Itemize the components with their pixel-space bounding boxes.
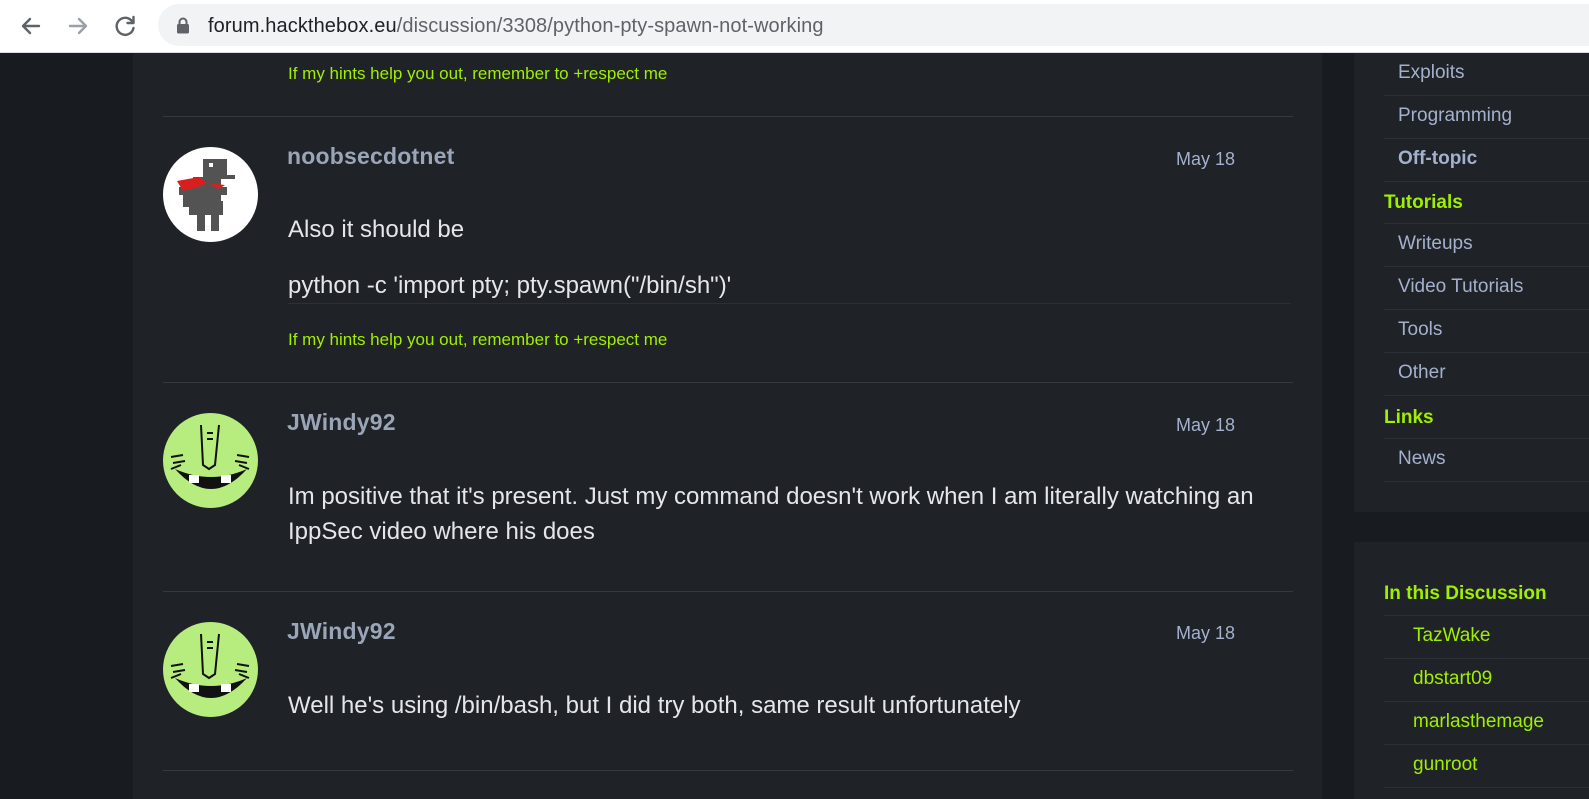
participant-name: marlasthemage [1413,711,1544,732]
browser-toolbar: forum.hackthebox.eu/discussion/3308/pyth… [0,0,1589,53]
category-label: Programming [1398,105,1513,126]
category-label: Other [1398,362,1446,383]
category-other[interactable]: Other [1384,353,1589,396]
forum-page: If my hints help you out, remember to +r… [0,53,1589,799]
category-label: Video Tutorials [1398,276,1524,297]
category-news[interactable]: News [1384,439,1589,482]
post-date[interactable]: May 18 [1176,415,1235,436]
category-exploits[interactable]: Exploits [1384,53,1589,96]
author-name[interactable]: noobsecdotnet [287,143,454,170]
author-name[interactable]: JWindy92 [287,618,396,645]
category-tools[interactable]: Tools [1384,310,1589,353]
avatar[interactable] [163,622,258,717]
participant-name: dbstart09 [1413,668,1493,689]
category-label: Tools [1398,319,1443,340]
reload-icon[interactable] [108,9,142,43]
tutorials-heading[interactable]: Tutorials [1384,192,1463,214]
participant-name: gunroot [1413,754,1478,775]
participant-link[interactable]: marlasthemage [1384,702,1589,745]
url-path: /discussion/3308/python-pty-spawn-not-wo… [396,15,824,37]
category-label: Writeups [1398,233,1473,254]
category-label: News [1398,448,1446,469]
post-body: Also it should be [288,216,465,243]
post-body: Im positive that it's present. Just my c… [288,483,1254,545]
in-this-discussion-heading: In this Discussion [1384,583,1547,604]
category-label: Exploits [1398,62,1465,83]
code-snippet: python -c 'import pty; pty.spawn("/bin/s… [288,268,1291,304]
monster-avatar-icon [163,622,258,717]
forward-arrow-icon[interactable] [61,9,95,43]
back-arrow-icon[interactable] [14,9,48,43]
monster-avatar-icon [163,413,258,508]
avatar[interactable] [163,147,258,242]
post-date[interactable]: May 18 [1176,149,1235,170]
post-divider [163,382,1293,383]
participant-link[interactable]: gunroot [1384,745,1589,788]
post-date[interactable]: May 18 [1176,623,1235,644]
dino-avatar-icon [163,147,258,242]
links-heading[interactable]: Links [1384,407,1434,429]
url-host: forum.hackthebox.eu [208,15,397,37]
participant-name: TazWake [1413,625,1491,646]
address-bar[interactable]: forum.hackthebox.eu/discussion/3308/pyth… [158,4,1589,46]
category-label: Off-topic [1398,148,1478,169]
signature-link[interactable]: If my hints help you out, remember to +r… [288,64,667,84]
category-writeups[interactable]: Writeups [1384,224,1589,267]
participant-link[interactable]: TazWake [1384,616,1589,659]
author-name[interactable]: JWindy92 [287,409,396,436]
post-divider [163,770,1293,771]
post-body: Well he's using /bin/bash, but I did try… [288,692,1021,719]
signature-link[interactable]: If my hints help you out, remember to +r… [288,330,667,350]
post-divider [163,116,1293,117]
category-programming[interactable]: Programming [1384,96,1589,139]
post-divider [163,591,1293,592]
category-off-topic[interactable]: Off-topic [1384,139,1589,182]
participant-link[interactable]: dbstart09 [1384,659,1589,702]
lock-icon [176,17,190,39]
url-text: forum.hackthebox.eu/discussion/3308/pyth… [208,15,824,38]
category-video-tutorials[interactable]: Video Tutorials [1384,267,1589,310]
avatar[interactable] [163,413,258,508]
